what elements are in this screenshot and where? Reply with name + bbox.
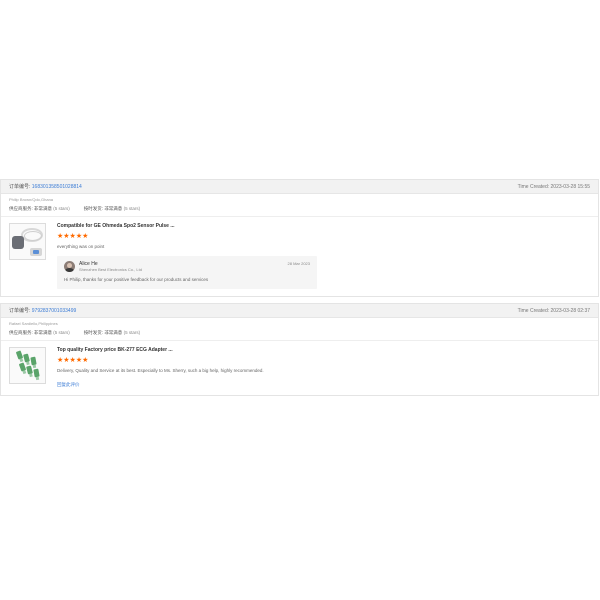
- order-card: 订单编号: 9792837001033499 Time Created: 202…: [0, 303, 599, 396]
- sensor-shape: [12, 236, 24, 249]
- review-body: Compatible for GE Ohmeda Spo2 Sensor Pul…: [1, 217, 598, 296]
- order-header: 订单编号: 168301358501028814 Time Created: 2…: [1, 180, 598, 194]
- cable-shape-inner: [24, 231, 42, 241]
- review-body: Top quality Factory price BK-277 ECG Ada…: [1, 341, 598, 395]
- reply-author: Alice He Shenzhen Best Electronics Co., …: [79, 261, 288, 273]
- delivery-stars: (5 stars): [123, 330, 141, 335]
- order-number-label: 订单编号:: [9, 184, 31, 190]
- order-number-block: 订单编号: 9792837001033499: [9, 307, 76, 314]
- adapter-shape: [18, 362, 27, 372]
- supplier-service-stars: (5 stars): [53, 206, 70, 211]
- delivery-rating: 按时发货: 非常满意 (5 stars): [84, 329, 140, 336]
- supplier-service-stars: (5 stars): [53, 330, 70, 335]
- adapter-shape: [15, 350, 24, 360]
- buyer-name: Rafael Sardiello,Philippines: [9, 321, 58, 326]
- delivery-value: 非常满意: [104, 206, 123, 211]
- review-text: Delivery, Quality and Service at its bes…: [57, 368, 264, 373]
- order-list: 订单编号: 168301358501028814 Time Created: 2…: [0, 179, 600, 396]
- star-rating: ★★★★★: [57, 233, 89, 240]
- reply-review-link[interactable]: 回复此评价: [57, 382, 590, 388]
- adapter-shape: [23, 353, 30, 363]
- order-header: 订单编号: 9792837001033499 Time Created: 202…: [1, 304, 598, 318]
- reply-date: 28 Mar 2023: [287, 261, 310, 266]
- order-card: 订单编号: 168301358501028814 Time Created: 2…: [0, 179, 599, 297]
- supplier-service-label: 供应商服务:: [9, 330, 33, 335]
- adapter-shape: [33, 368, 40, 378]
- supplier-reply: Alice He Shenzhen Best Electronics Co., …: [57, 256, 317, 289]
- review-text: everything was on point: [57, 244, 105, 249]
- connector-tip-shape: [33, 250, 39, 254]
- adapter-shape: [26, 365, 33, 375]
- supplier-service-value: 非常满意: [34, 206, 53, 211]
- supplier-service-rating: 供应商服务: 非常满意 (5 stars): [9, 329, 70, 336]
- order-number-label: 订单编号:: [9, 308, 31, 314]
- reply-header: Alice He Shenzhen Best Electronics Co., …: [64, 261, 310, 273]
- product-thumbnail[interactable]: [9, 347, 46, 384]
- review-content: Compatible for GE Ohmeda Spo2 Sensor Pul…: [57, 223, 590, 289]
- avatar: [64, 261, 75, 272]
- ratings-row: 供应商服务: 非常满意 (5 stars) 按时发货: 非常满意 (5 star…: [9, 205, 590, 212]
- time-created: Time Created: 2023-03-28 15:55: [517, 183, 590, 190]
- supplier-service-value: 非常满意: [34, 330, 53, 335]
- order-number-block: 订单编号: 168301358501028814: [9, 183, 82, 190]
- delivery-rating: 按时发货: 非常满意 (5 stars): [84, 205, 140, 212]
- product-title-link[interactable]: Top quality Factory price BK-277 ECG Ada…: [57, 347, 590, 354]
- supplier-service-label: 供应商服务:: [9, 206, 33, 211]
- reply-author-company: Shenzhen Best Electronics Co., Ltd: [79, 267, 142, 272]
- order-number-link[interactable]: 168301358501028814: [32, 184, 82, 190]
- delivery-label: 按时发货:: [83, 330, 104, 335]
- delivery-value: 非常满意: [104, 330, 123, 335]
- order-meta: Philip Brown/Qdo,Ghana 供应商服务: 非常满意 (5 st…: [1, 194, 598, 217]
- order-number-link[interactable]: 9792837001033499: [32, 308, 77, 314]
- reply-text: Hi Philip, thanks for your positive feed…: [64, 277, 209, 282]
- delivery-stars: (5 stars): [123, 206, 141, 211]
- time-created: Time Created: 2023-03-28 02:37: [517, 307, 590, 314]
- delivery-label: 按时发货:: [83, 206, 104, 211]
- ratings-row: 供应商服务: 非常满意 (5 stars) 按时发货: 非常满意 (5 star…: [9, 329, 590, 336]
- product-title-link[interactable]: Compatible for GE Ohmeda Spo2 Sensor Pul…: [57, 223, 590, 230]
- supplier-service-rating: 供应商服务: 非常满意 (5 stars): [9, 205, 70, 212]
- star-rating: ★★★★★: [57, 357, 89, 364]
- buyer-name: Philip Brown/Qdo,Ghana: [9, 197, 54, 202]
- order-meta: Rafael Sardiello,Philippines 供应商服务: 非常满意…: [1, 318, 598, 341]
- adapter-shape: [30, 356, 37, 366]
- review-content: Top quality Factory price BK-277 ECG Ada…: [57, 347, 590, 388]
- product-thumbnail[interactable]: [9, 223, 46, 260]
